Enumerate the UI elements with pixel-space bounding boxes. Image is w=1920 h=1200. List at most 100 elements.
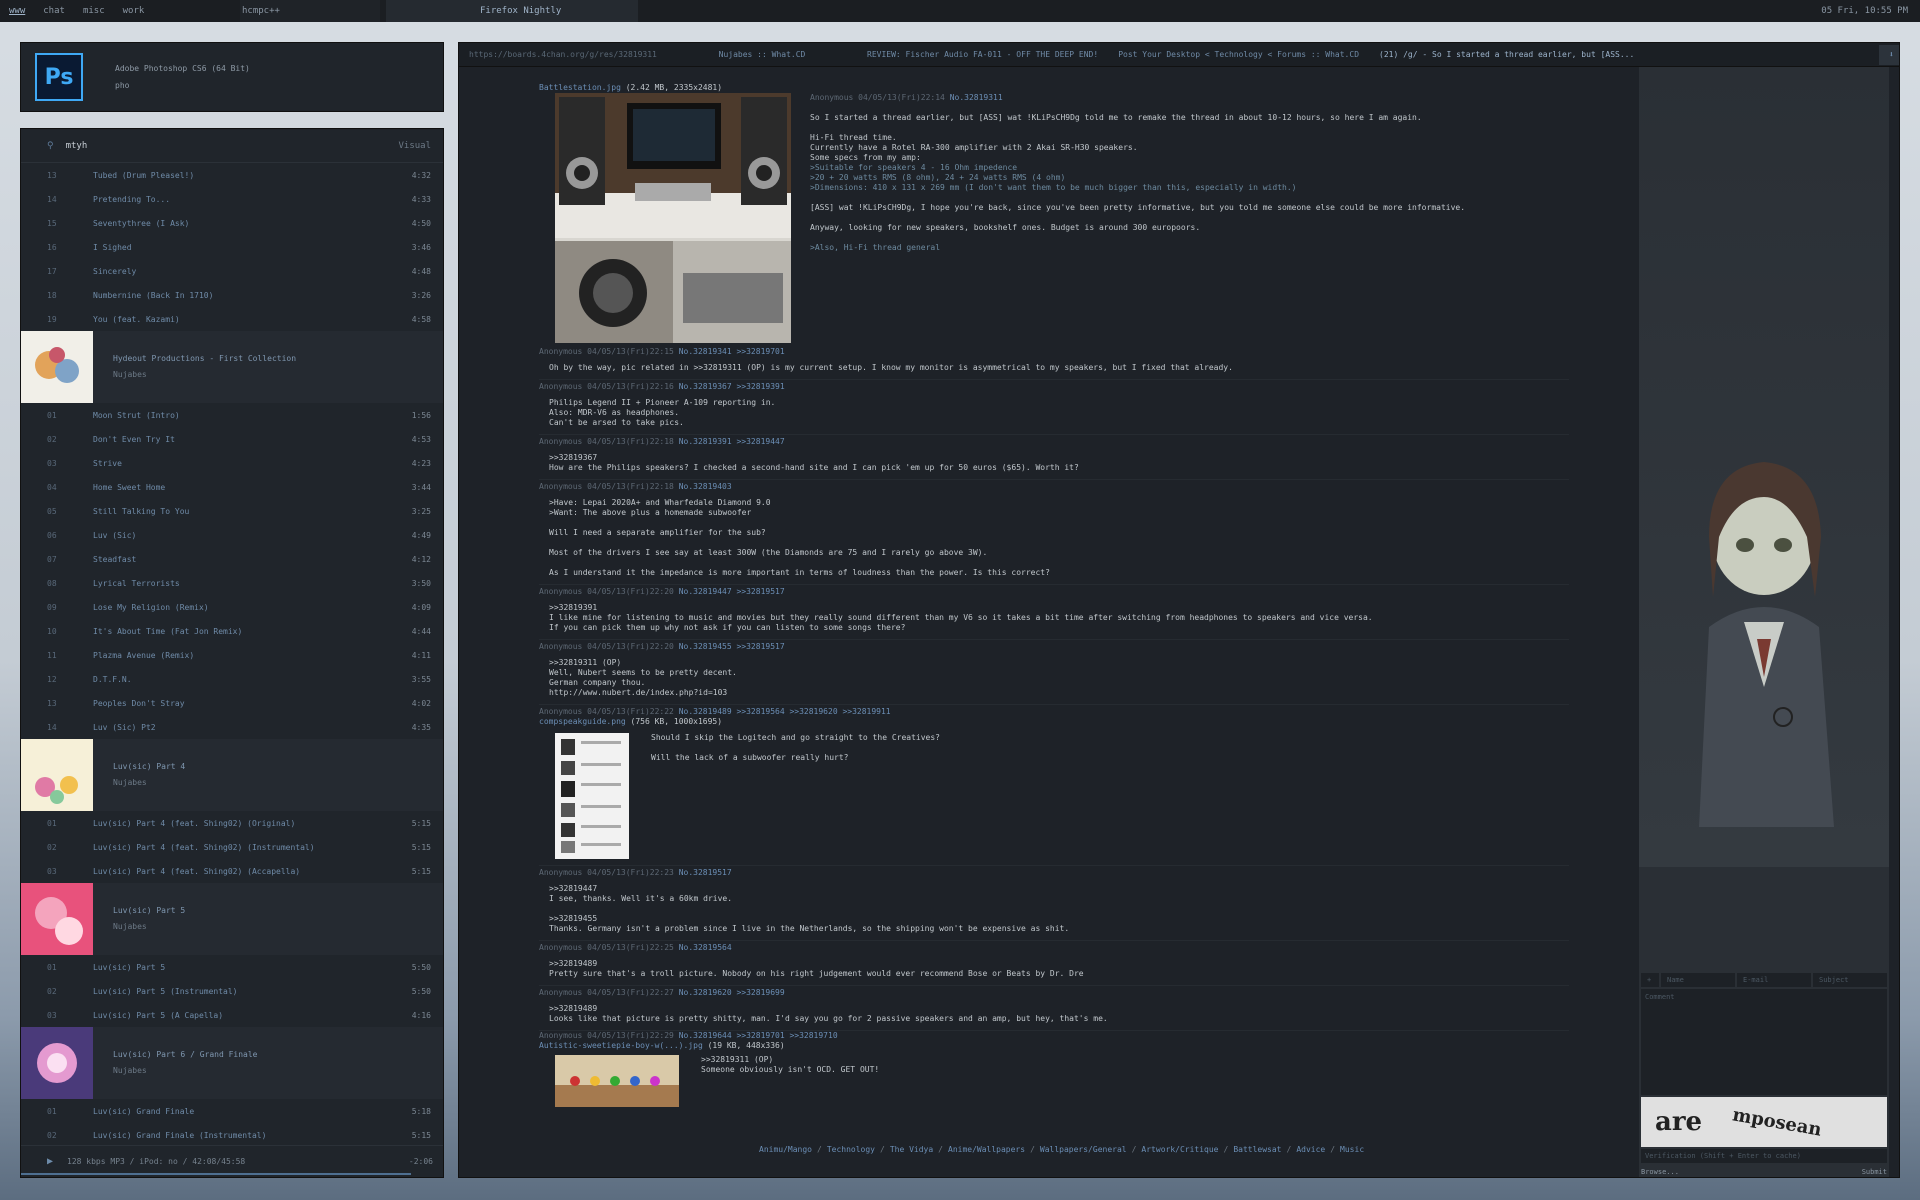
footer-link[interactable]: The Vidya — [890, 1145, 933, 1154]
post-number[interactable]: No.32819341 >>32819701 — [679, 347, 785, 356]
workspace-work[interactable]: work — [114, 0, 154, 22]
footer-link[interactable]: Artwork/Critique — [1141, 1145, 1218, 1154]
footer-link[interactable]: Music — [1340, 1145, 1364, 1154]
footer-link[interactable]: Wallpapers/General — [1040, 1145, 1127, 1154]
track-duration: 5:50 — [411, 962, 431, 972]
browse-button[interactable]: Browse... — [1641, 1165, 1679, 1177]
post-body: Oh by the way, pic related in >>32819311… — [549, 363, 1233, 372]
workspace-chat[interactable]: chat — [34, 0, 74, 22]
submit-button[interactable]: Submit — [1862, 1165, 1887, 1177]
footer-link[interactable]: Battlewsat — [1233, 1145, 1281, 1154]
player-search[interactable]: ⚲ mtyh Visual — [21, 129, 443, 163]
download-icon[interactable]: ⬇ — [1879, 44, 1899, 65]
track-number: 03 — [47, 866, 57, 876]
track-row[interactable]: 02 Luv(sic) Part 4 (feat. Shing02) (Instr… — [21, 835, 443, 859]
comment-field[interactable]: Comment — [1641, 989, 1887, 1095]
window-tab-ncmpcpp[interactable]: hcmpc++ — [240, 0, 380, 22]
footer-link[interactable]: Anime/Wallpapers — [948, 1145, 1025, 1154]
track-row[interactable]: 06 Luv (Sic) 4:49 — [21, 523, 443, 547]
reply-post-last: Anonymous 04/05/13(Fri)22:29 No.32819644… — [539, 1031, 1569, 1107]
track-row[interactable]: 13 Tubed (Drum Pleasel!) 4:32 — [21, 163, 443, 187]
post-number[interactable]: No.32819517 — [679, 868, 732, 877]
op-file-link[interactable]: Battlestation.jpg — [539, 83, 621, 92]
track-row[interactable]: 03 Strive 4:23 — [21, 451, 443, 475]
workspace-misc[interactable]: misc — [74, 0, 114, 22]
track-row[interactable]: 10 It's About Time (Fat Jon Remix) 4:44 — [21, 619, 443, 643]
file-link[interactable]: compspeakguide.png — [539, 717, 626, 726]
op-line: >Suitable for speakers 4 - 16 Ohm impede… — [810, 163, 1018, 172]
track-title: You (feat. Kazami) — [93, 314, 180, 324]
track-row[interactable]: 07 Steadfast 4:12 — [21, 547, 443, 571]
track-row[interactable]: 16 I Sighed 3:46 — [21, 235, 443, 259]
subject-field[interactable]: Subject — [1813, 973, 1887, 987]
toys-image[interactable] — [555, 1055, 679, 1107]
op-image[interactable] — [555, 93, 791, 343]
search-query[interactable]: mtyh — [66, 141, 88, 151]
track-row[interactable]: 19 You (feat. Kazami) 4:58 — [21, 307, 443, 331]
track-number: 10 — [47, 626, 57, 636]
track-row[interactable]: 02 Don't Even Try It 4:53 — [21, 427, 443, 451]
progress-bar[interactable] — [21, 1173, 412, 1175]
album-header[interactable]: Luv(sic) Part 4 Nujabes — [21, 739, 443, 811]
footer-link[interactable]: Animu/Mango — [759, 1145, 812, 1154]
file-link[interactable]: Autistic-sweetiepie-boy-w(...).jpg — [539, 1041, 703, 1050]
track-row[interactable]: 05 Still Talking To You 3:25 — [21, 499, 443, 523]
track-row[interactable]: 15 Seventythree (I Ask) 4:50 — [21, 211, 443, 235]
track-row[interactable]: 14 Luv (Sic) Pt2 4:35 — [21, 715, 443, 739]
tab-review[interactable]: REVIEW: Fischer Audio FA-011 - OFF THE D… — [857, 50, 1108, 59]
photoshop-card[interactable]: Ps Adobe Photoshop CS6 (64 Bit) pho — [20, 42, 444, 112]
window-tab-firefox[interactable]: Firefox Nightly — [386, 0, 638, 22]
play-icon[interactable]: ▶ — [47, 1156, 53, 1167]
track-number: 03 — [47, 1010, 57, 1020]
track-row[interactable]: 04 Home Sweet Home 3:44 — [21, 475, 443, 499]
track-row[interactable]: 02 Luv(sic) Part 5 (Instrumental) 5:50 — [21, 979, 443, 1003]
visual-mode-label[interactable]: Visual — [398, 141, 431, 151]
track-row[interactable]: 13 Peoples Don't Stray 4:02 — [21, 691, 443, 715]
track-row[interactable]: 17 Sincerely 4:48 — [21, 259, 443, 283]
post-meta: Anonymous 04/05/13(Fri)22:25 — [539, 943, 674, 952]
track-row[interactable]: 03 Luv(sic) Part 4 (feat. Shing02) (Accap… — [21, 859, 443, 883]
tab-nujabes[interactable]: Nujabes :: What.CD — [667, 50, 857, 59]
track-row[interactable]: 12 D.T.F.N. 3:55 — [21, 667, 443, 691]
track-row[interactable]: 11 Plazma Avenue (Remix) 4:11 — [21, 643, 443, 667]
post-number[interactable]: No.32819564 — [679, 943, 732, 952]
track-row[interactable]: 18 Numbernine (Back In 1710) 3:26 — [21, 283, 443, 307]
track-row[interactable]: 09 Lose My Religion (Remix) 4:09 — [21, 595, 443, 619]
tab-desktop-thread[interactable]: Post Your Desktop < Technology < Forums … — [1108, 50, 1369, 59]
url-bar[interactable]: https://boards.4chan.org/g/res/32819311 — [459, 50, 667, 59]
track-row[interactable]: 01 Luv(sic) Part 4 (feat. Shing02) (Origi… — [21, 811, 443, 835]
op-line: Hi-Fi thread time. — [810, 133, 897, 142]
post-number[interactable]: No.32819489 >>32819564 >>32819620 >>3281… — [679, 707, 891, 716]
post-number[interactable]: No.32819391 >>32819447 — [679, 437, 785, 446]
footer-separator: / — [1030, 1145, 1035, 1154]
footer-link[interactable]: Technology — [827, 1145, 875, 1154]
post-number[interactable]: No.32819455 >>32819517 — [679, 642, 785, 651]
workspace-www[interactable]: www — [0, 0, 34, 22]
post-number[interactable]: No.32819367 >>32819391 — [679, 382, 785, 391]
album-header[interactable]: Luv(sic) Part 5 Nujabes — [21, 883, 443, 955]
email-field[interactable]: E-mail — [1737, 973, 1811, 987]
post-number[interactable]: No.32819447 >>32819517 — [679, 587, 785, 596]
track-row[interactable]: 01 Luv(sic) Part 5 5:50 — [21, 955, 443, 979]
track-row[interactable]: 14 Pretending To... 4:33 — [21, 187, 443, 211]
captcha-field[interactable]: Verification (Shift + Enter to cache) — [1641, 1149, 1887, 1163]
footer-link[interactable]: Advice — [1296, 1145, 1325, 1154]
op-file-info: (2.42 MB, 2335x2481) — [625, 83, 723, 92]
track-row[interactable]: 01 Luv(sic) Grand Finale 5:18 — [21, 1099, 443, 1123]
tab-g-thread[interactable]: (21) /g/ - So I started a thread earlier… — [1369, 50, 1644, 59]
track-row[interactable]: 03 Luv(sic) Part 5 (A Capella) 4:16 — [21, 1003, 443, 1027]
track-row[interactable]: 01 Moon Strut (Intro) 1:56 — [21, 403, 443, 427]
track-number: 09 — [47, 602, 57, 612]
plus-icon[interactable]: + — [1641, 973, 1659, 987]
album-header[interactable]: Hydeout Productions - First Collection Nu… — [21, 331, 443, 403]
post-number[interactable]: No.32819644 >>32819701 >>32819710 — [679, 1031, 838, 1040]
guide-image[interactable] — [555, 733, 629, 859]
album-header[interactable]: Luv(sic) Part 6 / Grand Finale Nujabes — [21, 1027, 443, 1099]
post-number[interactable]: No.32819403 — [679, 482, 732, 491]
name-field[interactable]: Name — [1661, 973, 1735, 987]
post-number[interactable]: No.32819311 — [950, 93, 1003, 102]
post-number[interactable]: No.32819620 >>32819699 — [679, 988, 785, 997]
track-title: Luv(sic) Part 5 — [93, 962, 166, 972]
track-row[interactable]: 08 Lyrical Terrorists 3:50 — [21, 571, 443, 595]
track-row[interactable]: 02 Luv(sic) Grand Finale (Instrumental) 5:… — [21, 1123, 443, 1147]
